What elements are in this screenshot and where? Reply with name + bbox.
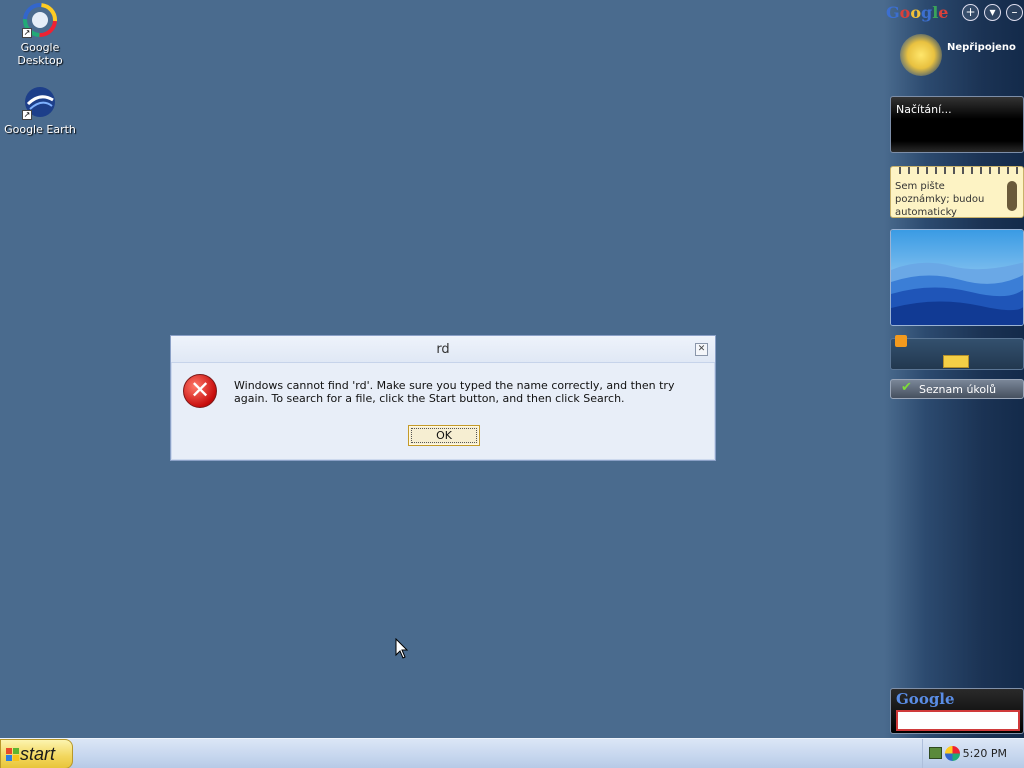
- todo-label: Seznam úkolů: [919, 383, 997, 396]
- sidebar-google-logo: Google: [886, 3, 949, 22]
- error-dialog: rd ✕ ✕ Windows cannot find 'rd'. Make su…: [170, 335, 716, 461]
- desktop-icon-label: Google: [20, 41, 60, 54]
- notes-scrollbar[interactable]: [1007, 181, 1017, 211]
- taskbar: start 5:20 PM: [0, 738, 1024, 768]
- google-sidebar: Google + ▾ – Nepřipojeno Načítání... Sem…: [884, 0, 1024, 738]
- dialog-titlebar[interactable]: rd ✕: [171, 336, 715, 363]
- dialog-message: Windows cannot find 'rd'. Make sure you …: [234, 379, 675, 405]
- shortcut-arrow-icon: ↗: [22, 28, 32, 38]
- rss-gadget[interactable]: [890, 335, 1024, 370]
- ok-button[interactable]: OK: [408, 425, 480, 446]
- google-earth-icon: ↗: [22, 84, 58, 120]
- add-gadget-button[interactable]: +: [962, 4, 979, 21]
- sun-icon: [900, 34, 942, 76]
- network-icon[interactable]: [929, 747, 942, 759]
- system-tray: 5:20 PM: [922, 739, 1024, 768]
- search-gadget: Google: [890, 688, 1024, 734]
- start-button[interactable]: start: [0, 739, 73, 768]
- close-icon[interactable]: ✕: [695, 343, 708, 356]
- sidebar-menu-button[interactable]: ▾: [984, 4, 1001, 21]
- news-gadget[interactable]: Načítání...: [890, 96, 1024, 153]
- photo-gadget[interactable]: [890, 229, 1024, 326]
- google-desktop-tray-icon[interactable]: [945, 746, 960, 761]
- sidebar-minimize-button[interactable]: –: [1006, 4, 1023, 21]
- search-input[interactable]: [896, 710, 1020, 731]
- desktop-icon-google-earth[interactable]: ↗ Google Earth: [0, 84, 80, 136]
- error-icon: ✕: [183, 374, 217, 408]
- windows-flag-icon: [6, 748, 19, 761]
- search-google-logo: Google: [896, 690, 955, 708]
- notes-gadget: Sem pište poznámky; budou automaticky uk…: [890, 166, 1024, 218]
- notepad-spiral: [899, 167, 1018, 174]
- envelope-icon: [943, 355, 969, 368]
- dialog-title: rd: [436, 342, 450, 357]
- google-desktop-icon: ↗: [22, 2, 58, 38]
- clock[interactable]: 5:20 PM: [963, 747, 1007, 760]
- shortcut-arrow-icon: ↗: [22, 110, 32, 120]
- mountain-photo: [891, 230, 1023, 325]
- desktop-icon-label: Desktop: [17, 54, 63, 67]
- checkmark-icon: ✔: [901, 380, 912, 395]
- notes-text[interactable]: Sem pište poznámky; budou automaticky uk…: [895, 180, 999, 217]
- news-loading-text: Načítání...: [896, 103, 952, 116]
- weather-status[interactable]: Nepřipojeno: [947, 42, 1016, 53]
- desktop-icon-google-desktop[interactable]: ↗ Google Desktop: [0, 2, 80, 67]
- desktop-icon-label: Google Earth: [4, 123, 76, 136]
- start-label: start: [20, 744, 56, 764]
- mouse-cursor-icon: [395, 638, 409, 659]
- todo-gadget[interactable]: ✔ Seznam úkolů: [890, 379, 1024, 399]
- rss-icon: [895, 335, 907, 347]
